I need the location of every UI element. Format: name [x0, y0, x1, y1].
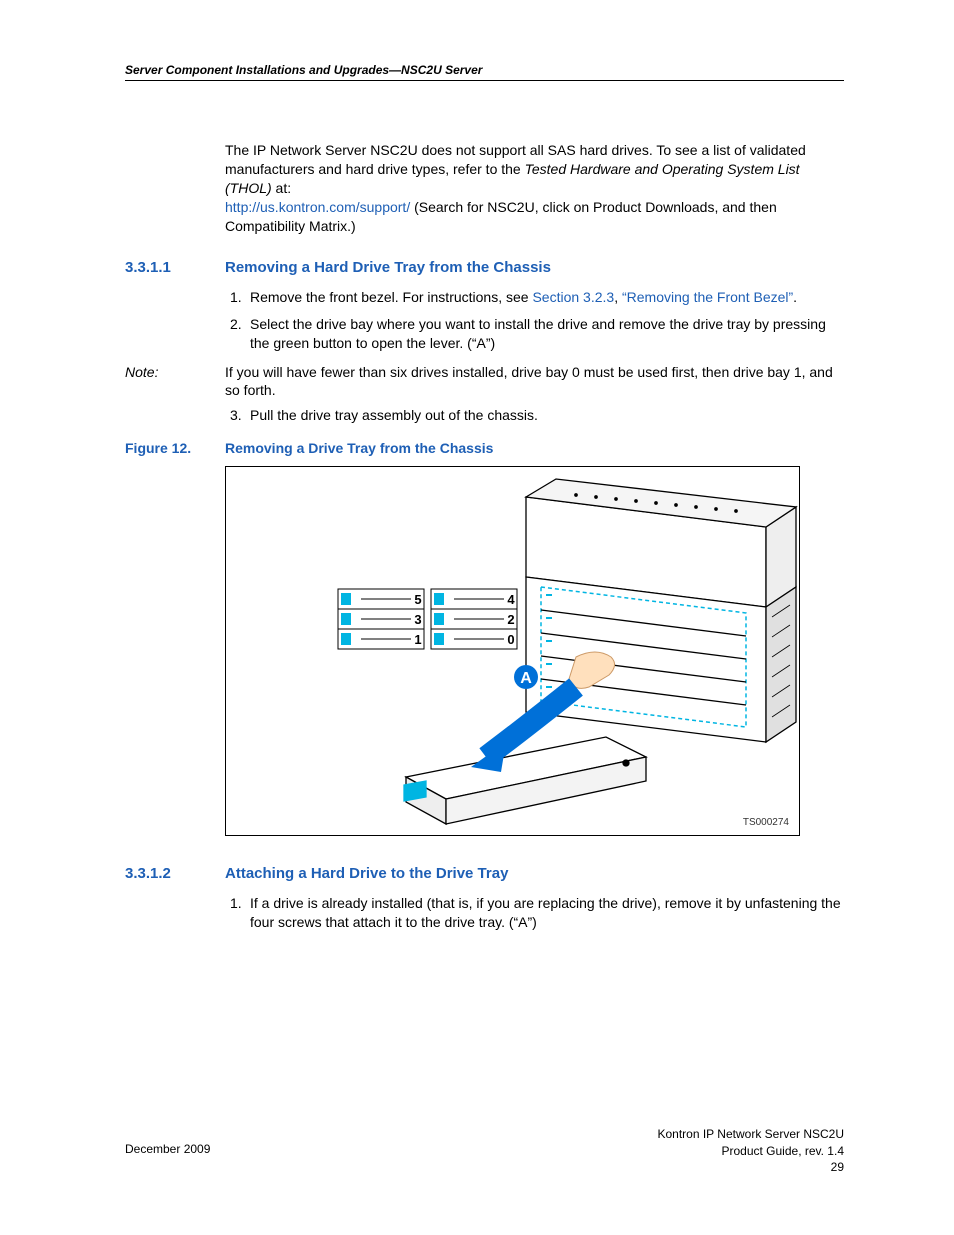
- step-2: 2. Select the drive bay where you want t…: [230, 315, 844, 353]
- bay-label-0: 0: [507, 632, 514, 647]
- section-title: Attaching a Hard Drive to the Drive Tray: [225, 864, 508, 884]
- step-marker: 1.: [230, 894, 250, 932]
- figure-12: 5 3 1 4 2 0: [225, 466, 800, 836]
- figure-id: TS000274: [743, 816, 789, 830]
- bay-label-1: 1: [414, 632, 421, 647]
- bay-label-3: 3: [414, 612, 421, 627]
- step1-post: .: [793, 289, 797, 305]
- intro-text-b: at:: [272, 180, 291, 196]
- step-1-attach: 1. If a drive is already installed (that…: [230, 894, 844, 932]
- section-number: 3.3.1.2: [125, 864, 225, 884]
- step-3: 3. Pull the drive tray assembly out of t…: [230, 406, 844, 425]
- section-title: Removing a Hard Drive Tray from the Chas…: [225, 258, 551, 278]
- figure-title: Removing a Drive Tray from the Chassis: [225, 439, 493, 458]
- section-number: 3.3.1.1: [125, 258, 225, 278]
- step1-attach-text: If a drive is already installed (that is…: [250, 894, 844, 932]
- step2-text: Select the drive bay where you want to i…: [250, 315, 844, 353]
- section-heading-3311: 3.3.1.1 Removing a Hard Drive Tray from …: [125, 258, 844, 278]
- support-link[interactable]: http://us.kontron.com/support/: [225, 199, 410, 215]
- footer-guide: Product Guide, rev. 1.4: [125, 1143, 844, 1159]
- step-marker: 2.: [230, 315, 250, 353]
- header-rule: [125, 80, 844, 81]
- bay-label-4: 4: [507, 592, 515, 607]
- note-body: If you will have fewer than six drives i…: [225, 363, 844, 401]
- footer-date: December 2009: [125, 1141, 210, 1157]
- step-1: 1. Remove the front bezel. For instructi…: [230, 288, 844, 307]
- section-ref-link[interactable]: Section 3.2.3: [532, 289, 614, 305]
- step-marker: 3.: [230, 406, 250, 425]
- step1-pre: Remove the front bezel. For instructions…: [250, 289, 532, 305]
- step3-text: Pull the drive tray assembly out of the …: [250, 406, 844, 425]
- figure-number: Figure 12.: [125, 439, 225, 458]
- intro-paragraph: The IP Network Server NSC2U does not sup…: [225, 141, 844, 235]
- step1-mid: ,: [614, 289, 622, 305]
- bay-label-5: 5: [414, 592, 421, 607]
- note-label: Note:: [125, 363, 225, 401]
- running-header: Server Component Installations and Upgra…: [125, 62, 844, 78]
- footer-page: 29: [125, 1159, 844, 1175]
- bay-label-2: 2: [507, 612, 514, 627]
- callout-a: A: [514, 665, 538, 689]
- page-footer: Kontron IP Network Server NSC2U Product …: [125, 1126, 844, 1175]
- section-heading-3312: 3.3.1.2 Attaching a Hard Drive to the Dr…: [125, 864, 844, 884]
- bezel-ref-link[interactable]: “Removing the Front Bezel”: [622, 289, 793, 305]
- footer-product: Kontron IP Network Server NSC2U: [125, 1126, 844, 1142]
- step-marker: 1.: [230, 288, 250, 307]
- svg-text:A: A: [520, 670, 532, 687]
